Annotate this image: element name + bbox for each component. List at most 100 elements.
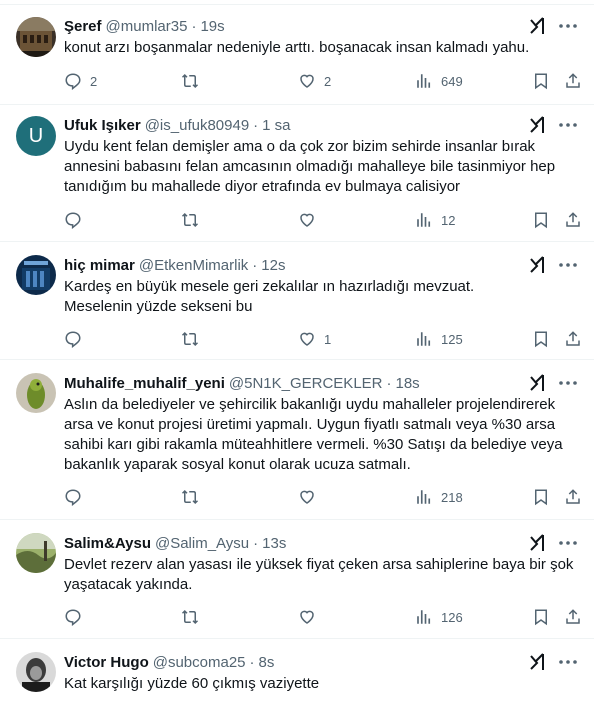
tweet-actions: 126 bbox=[64, 607, 580, 627]
share-button[interactable] bbox=[564, 330, 582, 348]
reply-icon bbox=[65, 331, 81, 348]
views-icon bbox=[417, 610, 431, 624]
retweet-button[interactable] bbox=[181, 330, 207, 348]
share-icon bbox=[566, 73, 580, 88]
share-icon bbox=[566, 331, 580, 346]
views-icon bbox=[417, 490, 431, 504]
retweet-button[interactable] bbox=[181, 211, 207, 229]
reply-button[interactable]: 2 bbox=[64, 72, 97, 90]
more-options-icon[interactable] bbox=[558, 652, 578, 672]
views-button[interactable]: 126 bbox=[415, 608, 463, 626]
avatar[interactable] bbox=[16, 17, 56, 57]
reply-icon bbox=[65, 609, 81, 626]
tweet-text: Uydu kent felan demişler ama o da çok zo… bbox=[64, 138, 556, 195]
tweet-actions: 1 125 bbox=[64, 329, 580, 349]
tweet[interactable]: Victor Hugo @subcoma25 · 8s Kat karşılığ… bbox=[0, 639, 594, 707]
bookmark-button[interactable] bbox=[532, 608, 550, 626]
tweet[interactable]: Şeref @mumlar35 · 19s konut arzı boşanma… bbox=[0, 0, 594, 105]
more-options-icon[interactable] bbox=[558, 255, 578, 275]
display-name[interactable]: Victor Hugo bbox=[64, 654, 149, 671]
like-button[interactable] bbox=[298, 488, 324, 506]
grok-icon[interactable] bbox=[528, 115, 548, 135]
retweet-icon bbox=[181, 212, 199, 228]
views-button[interactable]: 125 bbox=[415, 330, 463, 348]
retweet-icon bbox=[181, 609, 199, 625]
retweet-button[interactable] bbox=[181, 488, 207, 506]
user-handle[interactable]: @EtkenMimarlik bbox=[139, 257, 248, 274]
view-count: 125 bbox=[441, 331, 463, 347]
tweet[interactable]: Muhalife_muhalif_yeni @5N1K_GERCEKLER · … bbox=[0, 360, 594, 520]
like-button[interactable]: 2 bbox=[298, 72, 331, 90]
avatar[interactable]: U bbox=[16, 116, 56, 156]
views-button[interactable]: 12 bbox=[415, 211, 455, 229]
avatar-letter: U bbox=[28, 124, 44, 147]
grok-icon[interactable] bbox=[528, 255, 548, 275]
like-button[interactable] bbox=[298, 608, 324, 626]
tweet[interactable]: U Ufuk Işıker @is_ufuk80949 · 1 sa Uydu … bbox=[0, 105, 594, 242]
bookmark-button[interactable] bbox=[532, 488, 550, 506]
views-icon bbox=[417, 213, 431, 227]
share-button[interactable] bbox=[564, 211, 582, 229]
tweet-actions: 218 bbox=[64, 487, 580, 507]
grok-icon[interactable] bbox=[528, 652, 548, 672]
reply-button[interactable] bbox=[64, 211, 90, 229]
reply-button[interactable] bbox=[64, 488, 90, 506]
timestamp[interactable]: 12s bbox=[261, 257, 285, 274]
more-options-icon[interactable] bbox=[558, 115, 578, 135]
reply-button[interactable] bbox=[64, 608, 90, 626]
tweet[interactable]: hiç mimar @EtkenMimarlik · 12s Kardeş en… bbox=[0, 242, 594, 360]
retweet-icon bbox=[181, 73, 199, 89]
share-button[interactable] bbox=[564, 608, 582, 626]
like-button[interactable]: 1 bbox=[298, 330, 331, 348]
view-count: 649 bbox=[441, 73, 463, 89]
user-handle[interactable]: @is_ufuk80949 bbox=[145, 117, 249, 134]
reply-button[interactable] bbox=[64, 330, 90, 348]
tweet-text: konut arzı boşanmalar nedeniyle arttı. b… bbox=[64, 39, 530, 56]
divider bbox=[0, 4, 594, 5]
avatar[interactable] bbox=[16, 652, 56, 692]
more-options-icon[interactable] bbox=[558, 16, 578, 36]
share-button[interactable] bbox=[564, 488, 582, 506]
bookmark-icon bbox=[535, 212, 547, 229]
timestamp[interactable]: 8s bbox=[259, 654, 275, 671]
grok-icon[interactable] bbox=[528, 16, 548, 36]
share-button[interactable] bbox=[564, 72, 582, 90]
display-name[interactable]: Şeref bbox=[64, 18, 102, 35]
timestamp[interactable]: 1 sa bbox=[262, 117, 290, 134]
like-button[interactable] bbox=[298, 211, 324, 229]
like-count: 2 bbox=[324, 73, 332, 89]
separator-dot: · bbox=[253, 116, 259, 134]
display-name[interactable]: Salim&Aysu bbox=[64, 535, 151, 552]
user-handle[interactable]: @5N1K_GERCEKLER bbox=[229, 375, 383, 392]
heart-icon bbox=[300, 332, 314, 346]
user-handle[interactable]: @Salim_Aysu bbox=[155, 535, 249, 552]
retweet-button[interactable] bbox=[181, 608, 207, 626]
views-button[interactable]: 218 bbox=[415, 488, 463, 506]
more-options-icon[interactable] bbox=[558, 373, 578, 393]
tweet-header: Ufuk Işıker @is_ufuk80949 · 1 sa bbox=[64, 115, 578, 135]
bookmark-button[interactable] bbox=[532, 211, 550, 229]
bookmark-button[interactable] bbox=[532, 72, 550, 90]
tweet-header: Victor Hugo @subcoma25 · 8s bbox=[64, 652, 578, 672]
retweet-icon bbox=[181, 489, 199, 505]
display-name[interactable]: Muhalife_muhalif_yeni bbox=[64, 375, 225, 392]
views-button[interactable]: 649 bbox=[415, 72, 463, 90]
display-name[interactable]: hiç mimar bbox=[64, 257, 135, 274]
grok-icon[interactable] bbox=[528, 373, 548, 393]
retweet-button[interactable] bbox=[181, 72, 207, 90]
display-name[interactable]: Ufuk Işıker bbox=[64, 117, 141, 134]
more-options-icon[interactable] bbox=[558, 533, 578, 553]
user-handle[interactable]: @subcoma25 bbox=[153, 654, 246, 671]
bookmark-button[interactable] bbox=[532, 330, 550, 348]
tweet-header: Şeref @mumlar35 · 19s bbox=[64, 16, 578, 36]
avatar[interactable] bbox=[16, 255, 56, 295]
user-handle[interactable]: @mumlar35 bbox=[106, 18, 188, 35]
timestamp[interactable]: 13s bbox=[262, 535, 286, 552]
bookmark-icon bbox=[535, 609, 547, 626]
timestamp[interactable]: 19s bbox=[200, 18, 224, 35]
grok-icon[interactable] bbox=[528, 533, 548, 553]
timestamp[interactable]: 18s bbox=[396, 375, 420, 392]
tweet[interactable]: Salim&Aysu @Salim_Aysu · 13s Devlet reze… bbox=[0, 520, 594, 639]
avatar[interactable] bbox=[16, 533, 56, 573]
avatar[interactable] bbox=[16, 373, 56, 413]
